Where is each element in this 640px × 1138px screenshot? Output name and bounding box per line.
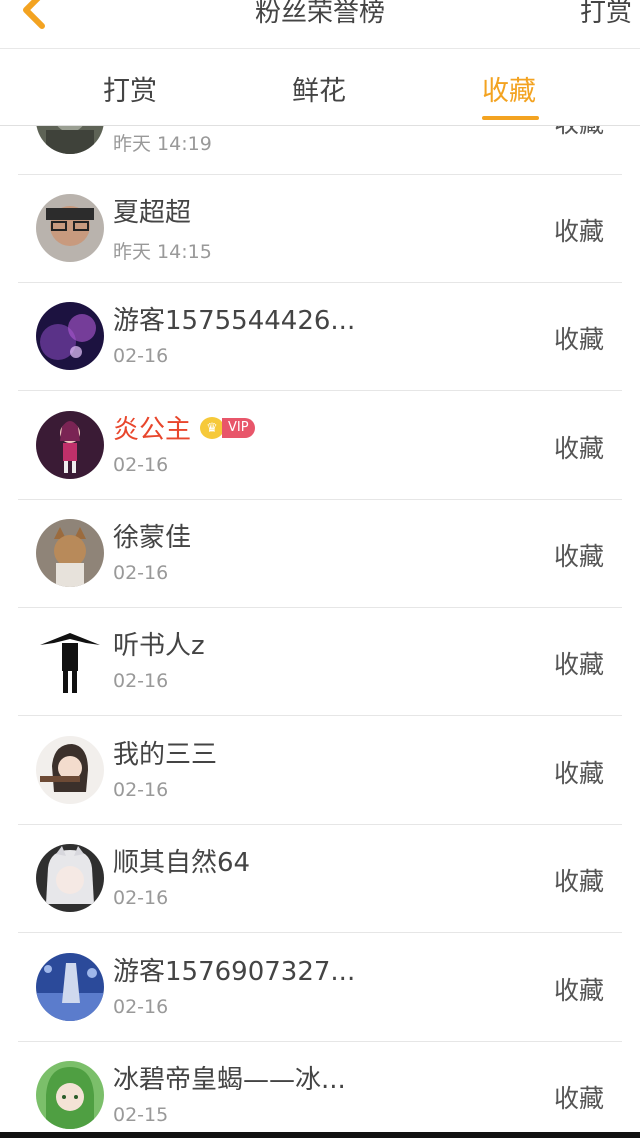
timestamp: 02-16 [113, 887, 169, 909]
action-label: 收藏 [553, 434, 604, 463]
avatar [36, 953, 104, 1021]
active-tab-indicator [482, 116, 539, 120]
action-label: 收藏 [553, 542, 604, 571]
user-name: 顺其自然64 [113, 848, 251, 878]
list-item[interactable]: 昨天 14:19 收藏 [18, 125, 622, 175]
avatar [36, 194, 104, 262]
avatar [36, 1061, 104, 1129]
avatar [36, 519, 104, 587]
timestamp: 02-16 [113, 345, 169, 367]
avatar [36, 736, 104, 804]
tab-bar: 打赏 鲜花 收藏 [0, 49, 640, 126]
list-item[interactable]: 炎公主 ♛ VIP 02-16 收藏 [18, 391, 622, 500]
fan-list[interactable]: 昨天 14:19 收藏 夏超超 昨天 14:15 收藏 游客1575544426… [0, 125, 640, 1138]
action-label: 收藏 [553, 1084, 604, 1113]
avatar [36, 627, 104, 695]
timestamp: 昨天 14:15 [113, 241, 212, 263]
vip-badge: ♛ VIP [200, 417, 255, 439]
action-label: 收藏 [553, 867, 604, 896]
timestamp: 02-16 [113, 562, 169, 584]
action-label: 收藏 [553, 650, 604, 679]
action-label: 收藏 [553, 217, 604, 246]
user-name: 徐蒙佳 [113, 523, 192, 553]
user-name: 冰碧帝皇蝎——冰... [113, 1065, 346, 1095]
timestamp: 02-16 [113, 454, 169, 476]
user-name: 夏超超 [113, 198, 192, 228]
action-label: 收藏 [553, 325, 604, 354]
timestamp: 02-15 [113, 1104, 169, 1126]
top-bar: 粉丝荣誉榜 打赏 [0, 0, 640, 49]
avatar [36, 302, 104, 370]
timestamp: 02-16 [113, 996, 169, 1018]
avatar [36, 844, 104, 912]
list-item[interactable]: 夏超超 昨天 14:15 收藏 [18, 174, 622, 283]
crown-icon: ♛ [200, 417, 224, 439]
avatar [36, 411, 104, 479]
list-item[interactable]: 我的三三 02-16 收藏 [18, 716, 622, 825]
user-name: 游客1575544426... [113, 306, 356, 336]
vip-label: VIP [222, 418, 255, 438]
timestamp: 昨天 14:19 [113, 133, 212, 155]
list-item[interactable]: 游客1576907327... 02-16 收藏 [18, 933, 622, 1042]
tab-reward[interactable]: 打赏 [103, 69, 157, 108]
reward-button[interactable]: 打赏 [580, 0, 632, 29]
list-item[interactable]: 徐蒙佳 02-16 收藏 [18, 499, 622, 608]
user-name: 炎公主 [113, 415, 192, 445]
list-item[interactable]: 游客1575544426... 02-16 收藏 [18, 282, 622, 391]
action-label: 收藏 [553, 976, 604, 1005]
list-item[interactable]: 听书人z 02-16 收藏 [18, 607, 622, 716]
user-name: 听书人z [113, 631, 205, 661]
list-item[interactable]: 冰碧帝皇蝎——冰... 02-15 收藏 [18, 1041, 622, 1138]
timestamp: 02-16 [113, 670, 169, 692]
list-item[interactable]: 顺其自然64 02-16 收藏 [18, 824, 622, 933]
user-name: 我的三三 [113, 740, 218, 770]
action-label: 收藏 [554, 125, 604, 140]
page-title: 粉丝荣誉榜 [254, 0, 385, 28]
tab-favorites[interactable]: 收藏 [482, 69, 536, 108]
bottom-edge [0, 1132, 640, 1138]
action-label: 收藏 [553, 759, 604, 788]
tab-flowers[interactable]: 鲜花 [292, 69, 346, 108]
timestamp: 02-16 [113, 779, 169, 801]
avatar [36, 125, 104, 154]
user-name: 游客1576907327... [113, 957, 356, 987]
